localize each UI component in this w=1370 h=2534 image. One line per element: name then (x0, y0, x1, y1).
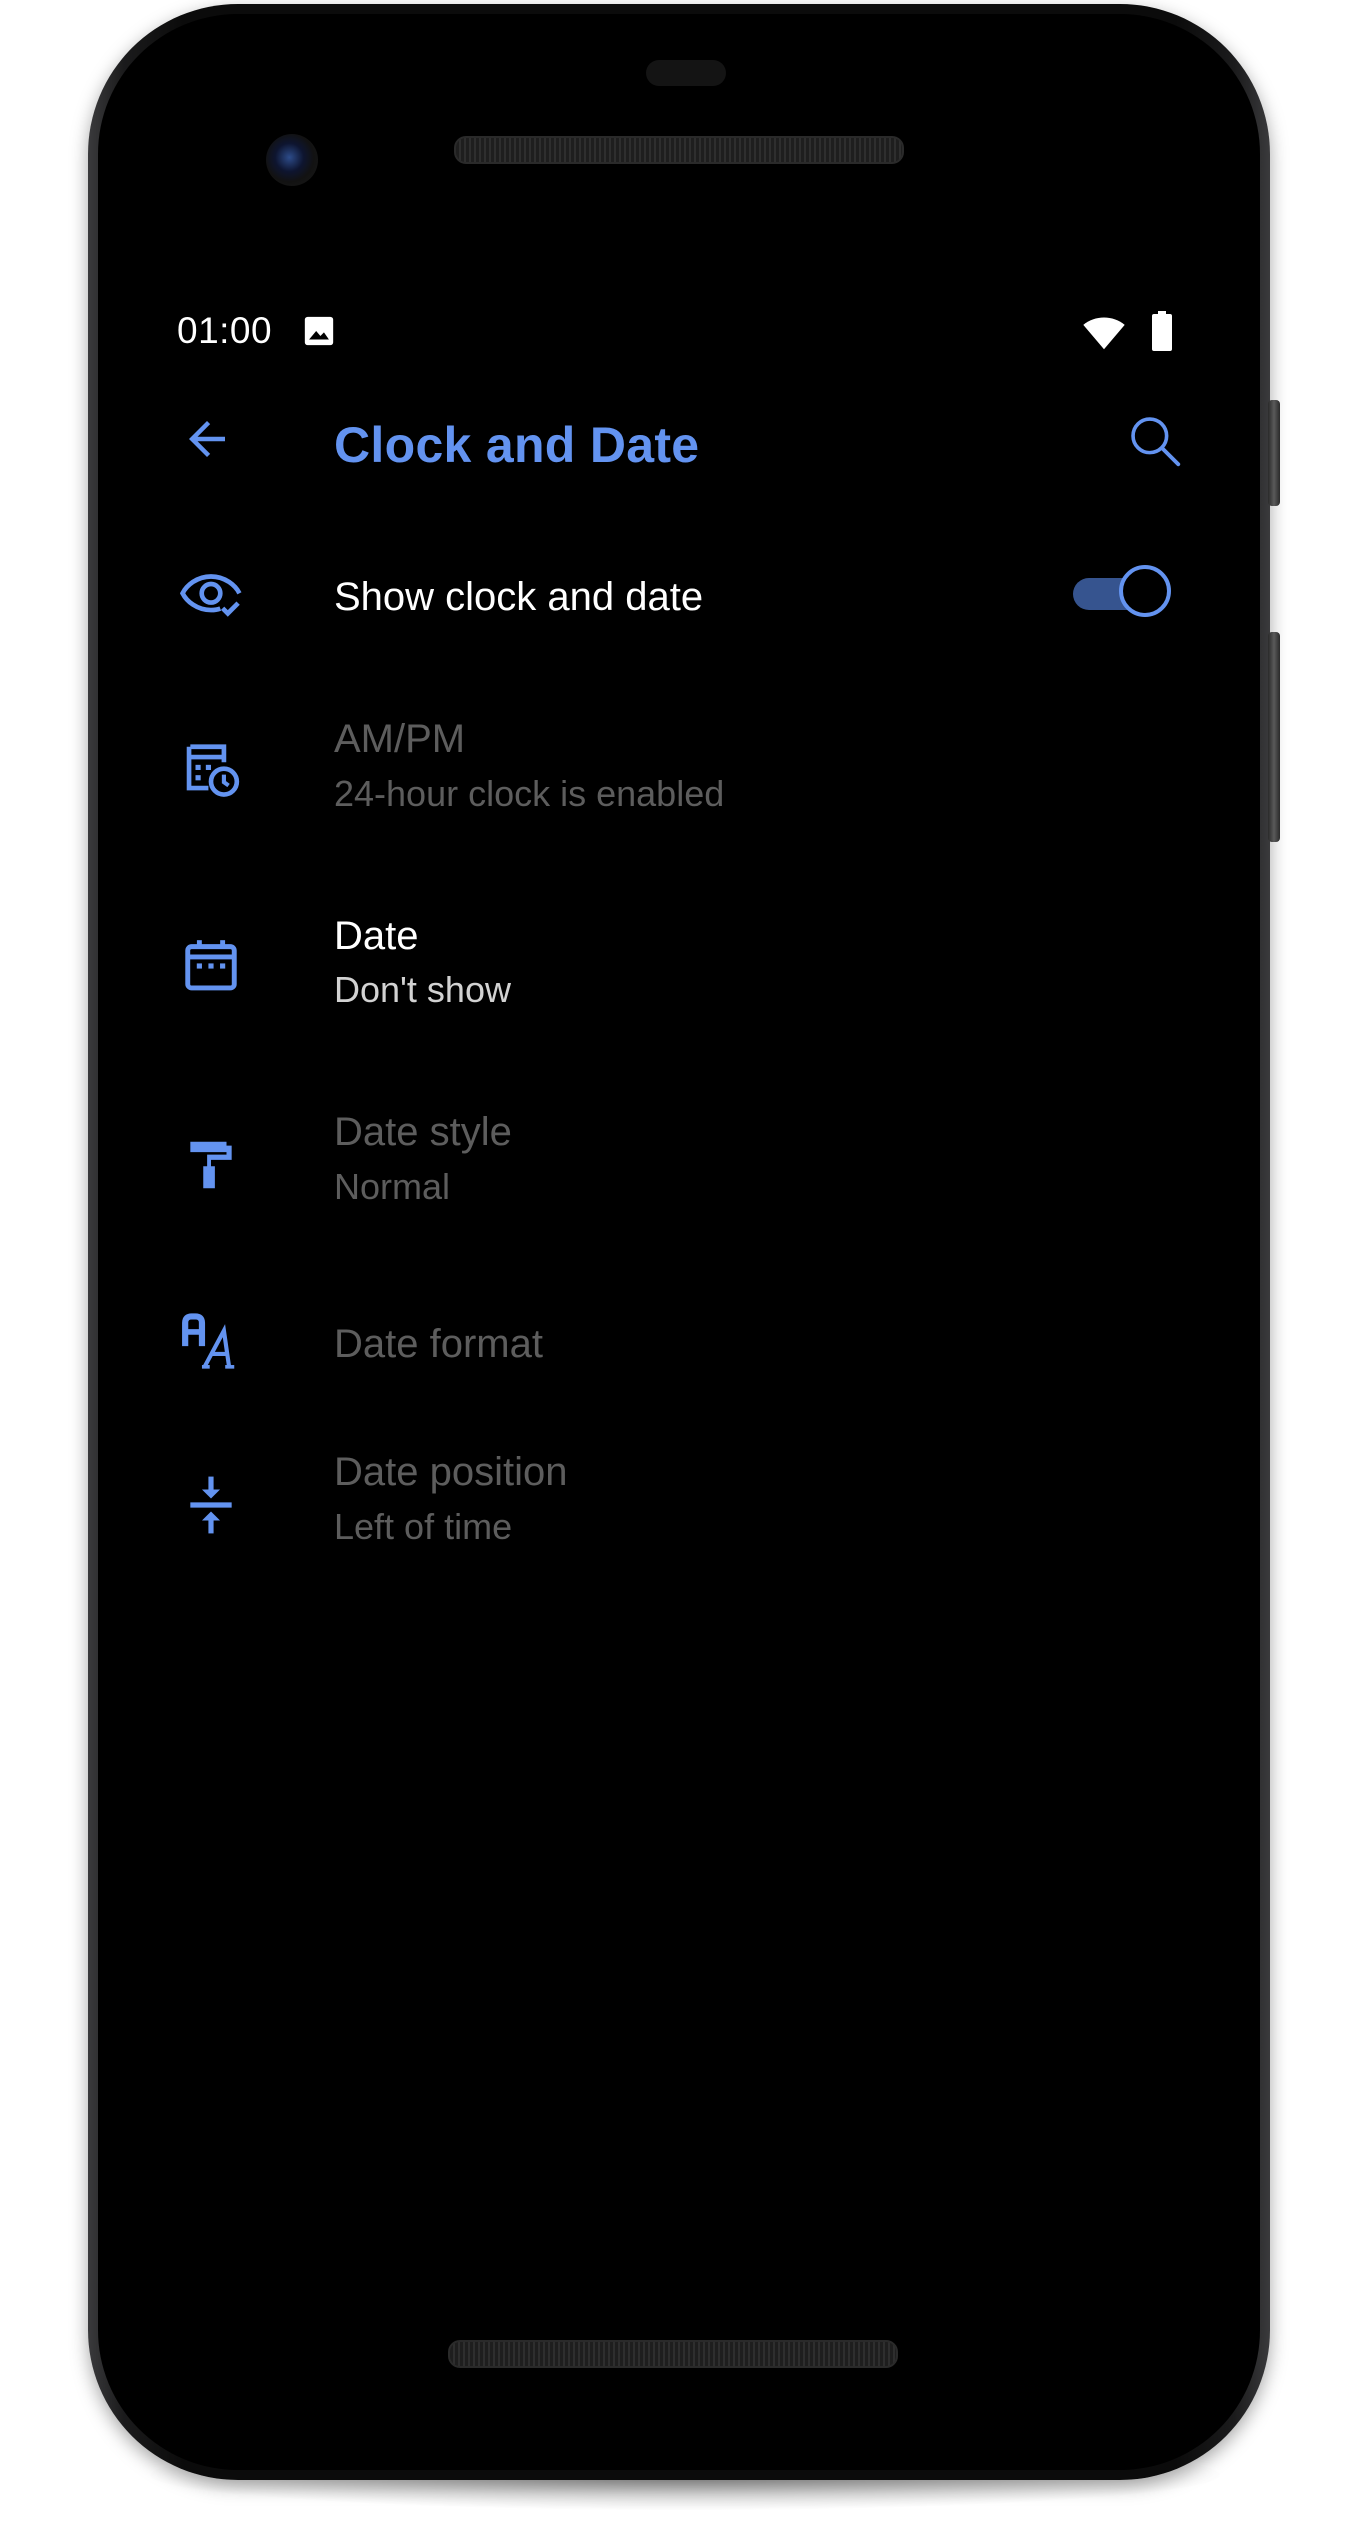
status-time: 01:00 (177, 310, 273, 351)
setting-title: Date format (334, 1322, 543, 1366)
setting-title: Date (334, 914, 419, 958)
bottom-speaker-grille (448, 2340, 898, 2368)
setting-title: Date style (334, 1110, 512, 1154)
setting-am-pm[interactable]: AM/PM 24-hour clock is enabled (98, 694, 1260, 854)
setting-title: AM/PM (334, 717, 466, 761)
show-clock-toggle[interactable] (1073, 563, 1177, 623)
wifi-icon (1083, 317, 1125, 350)
setting-date-format[interactable]: Date format (98, 1282, 1260, 1402)
calendar-clock-icon (186, 744, 240, 797)
toggle-thumb (1119, 565, 1171, 617)
vertical-align-center-icon (190, 1476, 232, 1534)
font-format-icon (182, 1313, 235, 1369)
setting-summary: Normal (334, 1166, 451, 1207)
setting-summary: 24-hour clock is enabled (334, 773, 725, 814)
page-title: Clock and Date (334, 417, 700, 473)
paint-roller-icon (190, 1141, 232, 1189)
device-mockup: 01:00 Clock and Date Show clock and date… (0, 0, 1370, 2534)
top-speaker-grille (454, 136, 904, 164)
power-button (1268, 400, 1280, 506)
setting-title: Show clock and date (334, 575, 704, 619)
setting-title: Date position (334, 1450, 568, 1494)
battery-icon (1152, 311, 1172, 351)
setting-date[interactable]: Date Don't show (98, 890, 1260, 1050)
arrow-left-icon[interactable] (180, 412, 234, 466)
setting-summary: Don't show (334, 969, 511, 1010)
setting-date-style[interactable]: Date style Normal (98, 1086, 1260, 1246)
screen: 01:00 Clock and Date Show clock and date… (98, 14, 1260, 2470)
image-icon (304, 316, 334, 346)
phone-frame: 01:00 Clock and Date Show clock and date… (88, 4, 1280, 2480)
earpiece-slot (646, 60, 726, 86)
volume-button (1268, 632, 1280, 842)
setting-date-position[interactable]: Date position Left of time (98, 1426, 1260, 1586)
front-camera (266, 134, 318, 186)
calendar-icon (185, 940, 237, 991)
search-icon[interactable] (1124, 410, 1186, 472)
setting-summary: Left of time (334, 1506, 513, 1547)
eye-check-icon (180, 574, 242, 617)
